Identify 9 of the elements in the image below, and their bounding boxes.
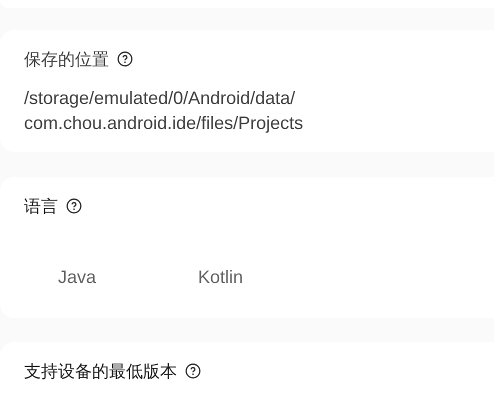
setting-title: 语言	[24, 196, 58, 218]
help-icon[interactable]	[117, 51, 133, 67]
project-path: /storage/emulated/0/Android/data/ com.chou.android.ide/files/Projects	[24, 87, 304, 135]
setting-title: 保存的位置	[24, 48, 109, 70]
setting-title: 支持设备的最低版本	[24, 360, 177, 382]
help-icon[interactable]	[185, 363, 201, 379]
language-option[interactable]: Java	[58, 263, 198, 292]
help-icon[interactable]	[66, 198, 82, 214]
language-option[interactable]: Kotlin	[198, 263, 338, 292]
